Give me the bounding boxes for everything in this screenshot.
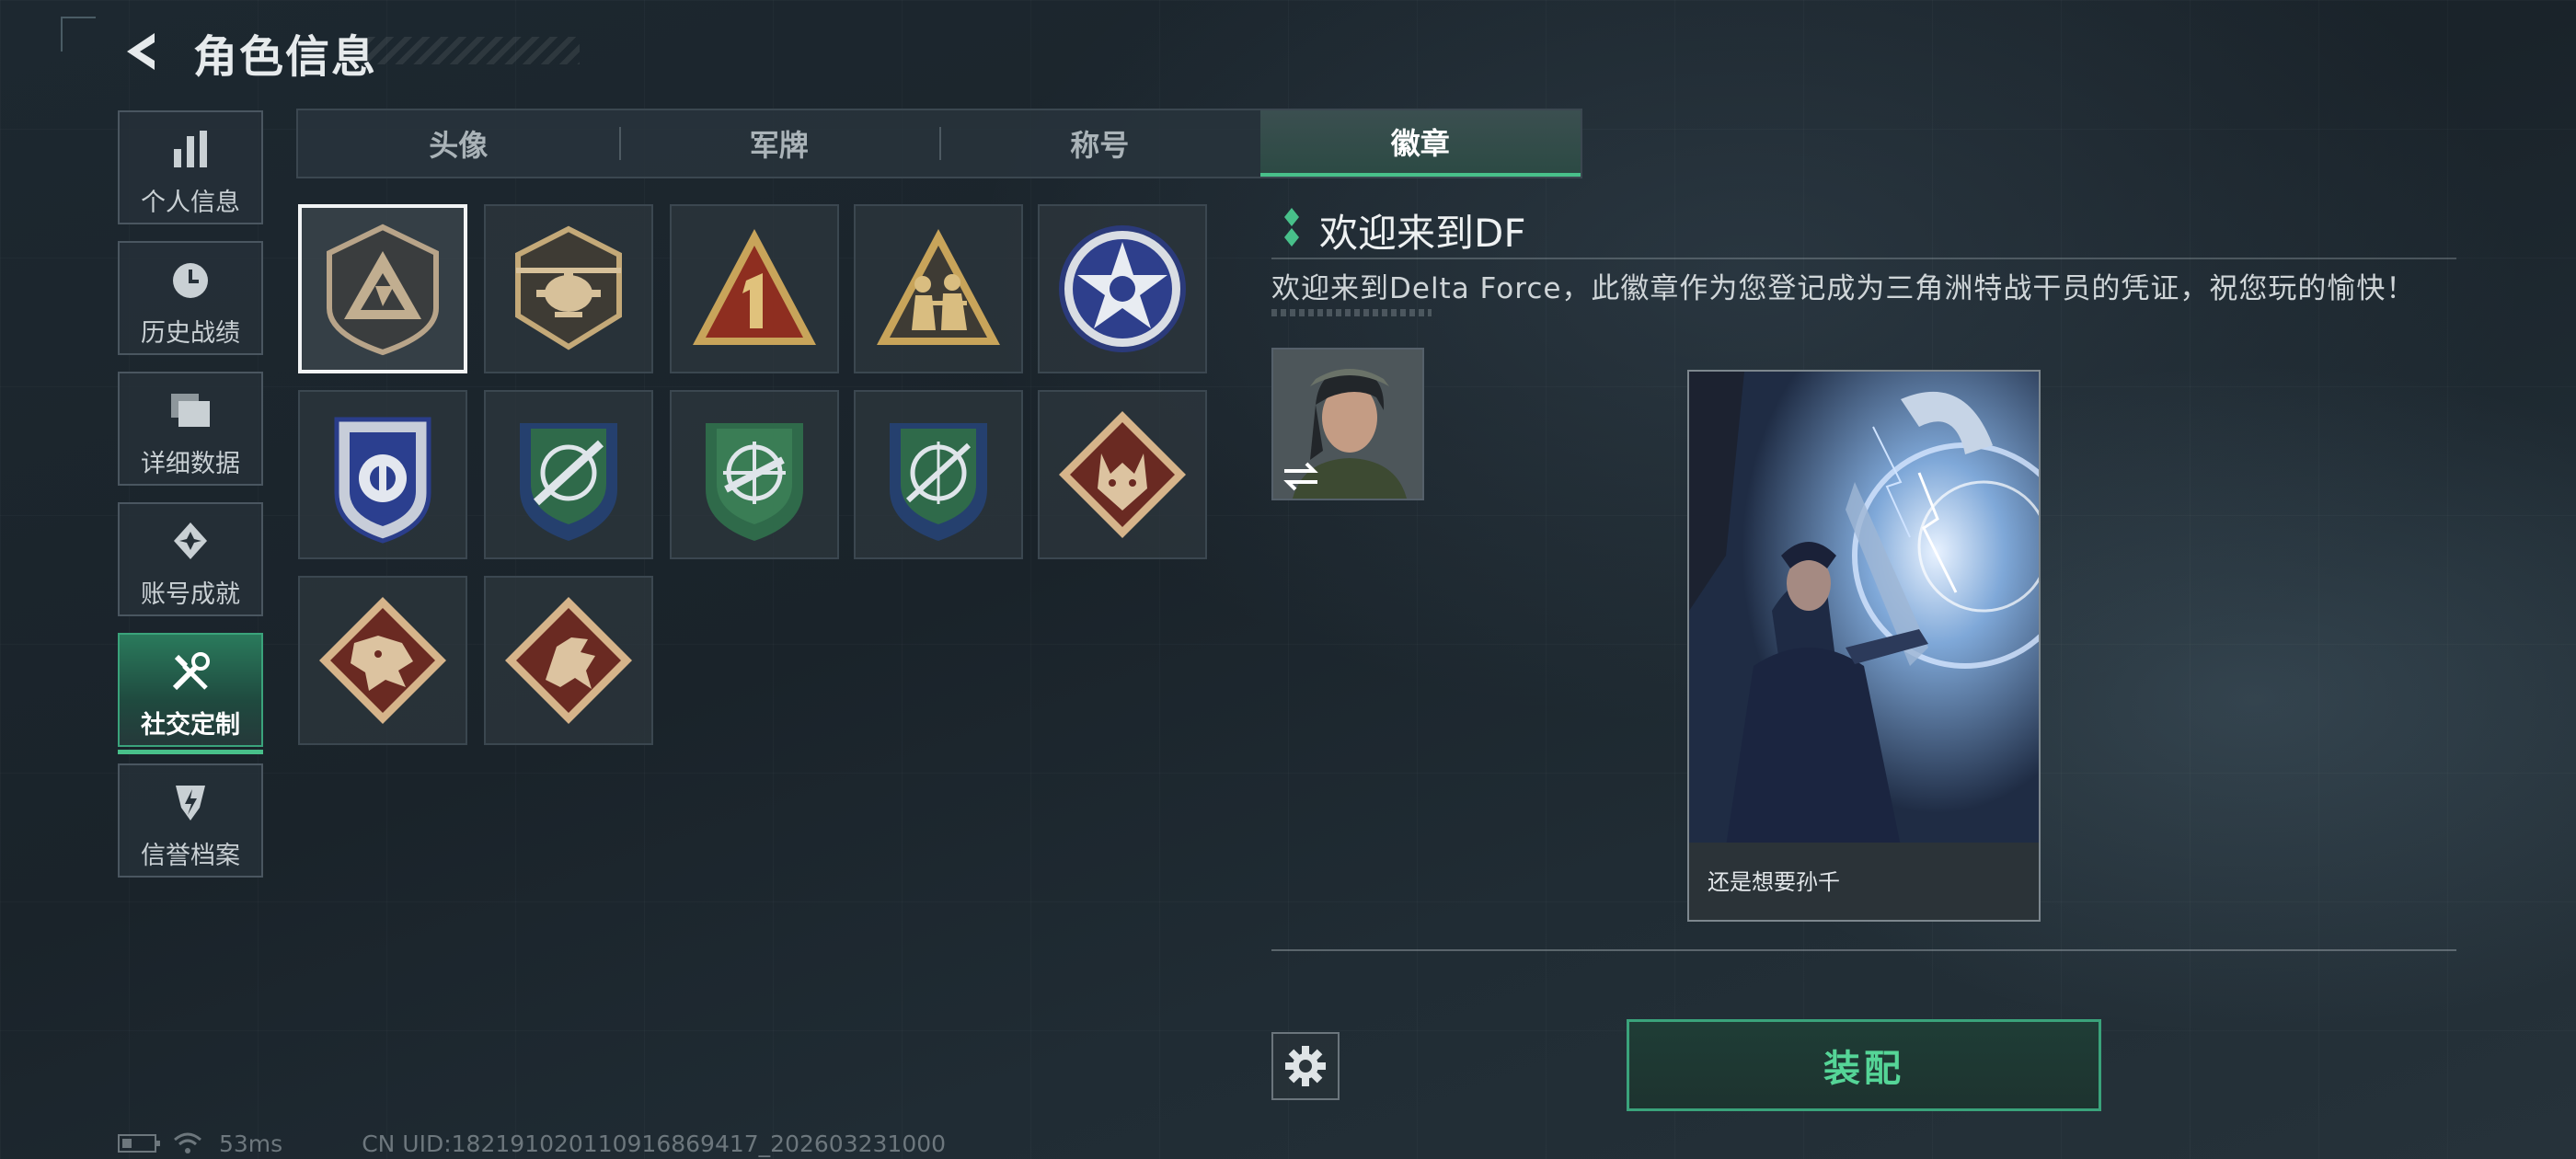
back-arrow-icon[interactable] <box>118 28 166 75</box>
dragon-badge-icon <box>319 597 446 724</box>
badge-cell[interactable] <box>854 390 1023 559</box>
operator-avatar[interactable] <box>1271 348 1424 500</box>
tab-badge[interactable]: 徽章 <box>1259 110 1581 177</box>
tab-bar: 头像 军牌 称号 徽章 <box>296 109 1582 178</box>
badge-description: 欢迎来到Delta Force，此徽章作为您登记成为三角洲特战干员的凭证，祝您玩… <box>1271 272 2416 305</box>
card-caption: 还是想要孙千 <box>1708 869 1840 895</box>
sidebar-item-label: 账号成就 <box>141 580 240 609</box>
corner-mark <box>61 17 96 52</box>
screen: 角色信息 个人信息 历史战绩 详细数据 账号成就 社交定制 信誉档案 头像 军牌… <box>0 0 2576 1159</box>
badge-cell[interactable] <box>670 204 839 373</box>
sidebar-item-achievements[interactable]: 账号成就 <box>118 502 263 616</box>
sidebar-item-detailed-data[interactable]: 详细数据 <box>118 372 263 486</box>
badge-cell[interactable] <box>1038 390 1207 559</box>
helicopter-badge-icon <box>515 225 622 350</box>
badge-cell[interactable] <box>298 576 467 745</box>
status-bar: 53ms CN UID:18219102011091686941​7_20260… <box>118 1130 946 1157</box>
achievement-icon <box>120 521 261 567</box>
badge-cell[interactable] <box>670 390 839 559</box>
sidebar-item-label: 历史战绩 <box>141 319 240 348</box>
badge-title: 欢迎来到DF <box>1319 211 1526 256</box>
sidebar-item-personal-info[interactable]: 个人信息 <box>118 110 263 224</box>
operator-card-artwork <box>1689 372 2039 846</box>
green-blue-rifle-badge-icon <box>520 423 617 541</box>
swap-icon[interactable] <box>1281 460 1321 493</box>
green-crosshair-badge-icon <box>706 423 803 541</box>
badge-cell[interactable] <box>298 204 467 373</box>
sidebar-item-history[interactable]: 历史战绩 <box>118 241 263 355</box>
gear-icon <box>1285 1046 1326 1086</box>
battery-icon <box>118 1134 160 1153</box>
number-one-badge-icon <box>693 229 816 345</box>
uid-text: CN UID:18219102011091686941​7_2026032310… <box>362 1130 947 1157</box>
badge-cell[interactable] <box>484 390 653 559</box>
badge-cell[interactable] <box>484 576 653 745</box>
shield-bolt-icon <box>120 782 261 828</box>
wolf-badge-icon <box>1059 411 1186 538</box>
badge-cell[interactable] <box>484 204 653 373</box>
tab-title[interactable]: 称号 <box>939 110 1260 177</box>
title-decoration <box>368 37 580 64</box>
tools-icon <box>120 651 261 697</box>
page-title: 角色信息 <box>193 31 378 83</box>
sidebar-item-label: 个人信息 <box>141 189 240 217</box>
ping-text: 53ms <box>219 1130 283 1157</box>
tab-avatar[interactable]: 头像 <box>298 110 619 177</box>
badge-cell[interactable] <box>1038 204 1207 373</box>
card-caption-bar: 还是想要孙千 <box>1689 843 2039 920</box>
tab-dog-tag[interactable]: 军牌 <box>618 110 940 177</box>
blue-shield-badge-icon <box>334 417 431 544</box>
sidebar-item-label: 信誉档案 <box>141 842 240 870</box>
folder-icon <box>120 390 261 436</box>
divider <box>1271 258 2456 259</box>
sidebar-item-credit-record[interactable]: 信誉档案 <box>118 763 263 878</box>
gryphon-badge-icon <box>505 597 632 724</box>
decorative-dotted-line <box>1271 309 1432 316</box>
diamond-marker-icon <box>1284 208 1299 247</box>
delta-triangle-badge-icon <box>327 224 439 356</box>
operator-card[interactable]: 还是想要孙千 <box>1687 370 2041 922</box>
badge-cell[interactable] <box>854 204 1023 373</box>
badge-cell[interactable] <box>298 390 467 559</box>
sidebar-item-label: 详细数据 <box>141 450 240 478</box>
sidebar-item-label: 社交定制 <box>141 711 240 740</box>
wifi-icon <box>174 1132 201 1153</box>
star-emblem-badge-icon <box>1059 225 1186 352</box>
clock-icon <box>120 259 261 305</box>
equip-button[interactable]: 装配 <box>1627 1019 2101 1111</box>
divider <box>1271 949 2456 951</box>
blue-sniper-badge-icon <box>890 423 987 541</box>
bar-chart-icon <box>120 129 261 175</box>
settings-button[interactable] <box>1271 1032 1340 1100</box>
sidebar-item-social-customization[interactable]: 社交定制 <box>118 633 263 754</box>
soldiers-badge-icon <box>877 229 1000 345</box>
